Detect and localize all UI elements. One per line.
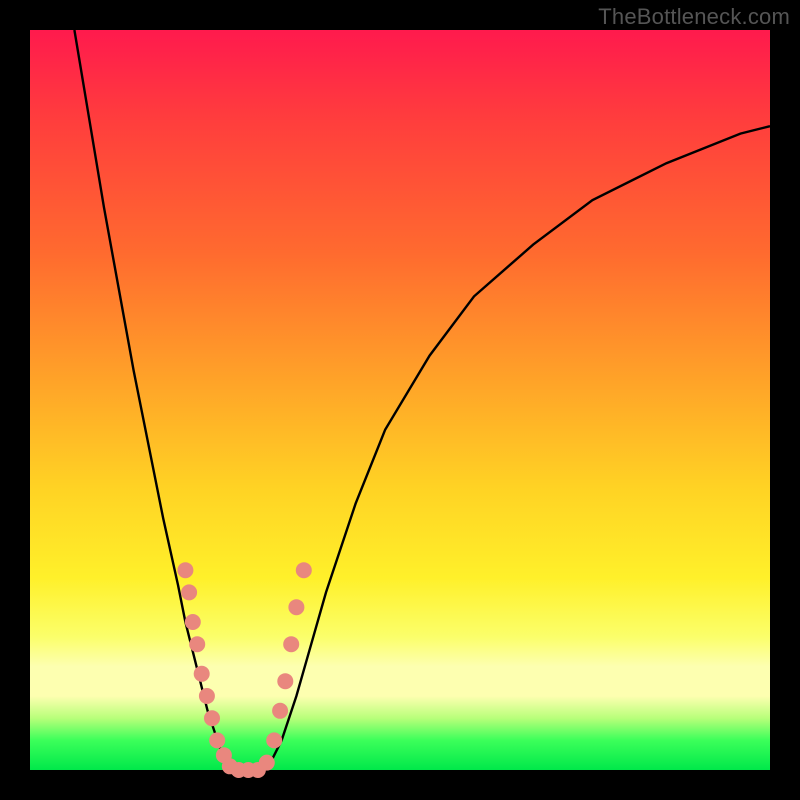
marker-dot	[177, 562, 193, 578]
watermark-text: TheBottleneck.com	[598, 4, 790, 30]
marker-dot	[296, 562, 312, 578]
marker-dot	[199, 688, 215, 704]
marker-dot	[266, 732, 282, 748]
marker-dot	[185, 614, 201, 630]
bottleneck-curve	[74, 30, 770, 770]
marker-dots	[177, 562, 311, 778]
marker-dot	[288, 599, 304, 615]
marker-dot	[259, 755, 275, 771]
chart-frame: TheBottleneck.com	[0, 0, 800, 800]
marker-dot	[283, 636, 299, 652]
marker-dot	[194, 666, 210, 682]
chart-plot-area	[30, 30, 770, 770]
marker-dot	[277, 673, 293, 689]
marker-dot	[189, 636, 205, 652]
marker-dot	[272, 703, 288, 719]
marker-dot	[204, 710, 220, 726]
curve-layer	[30, 30, 770, 770]
marker-dot	[181, 584, 197, 600]
marker-dot	[209, 732, 225, 748]
